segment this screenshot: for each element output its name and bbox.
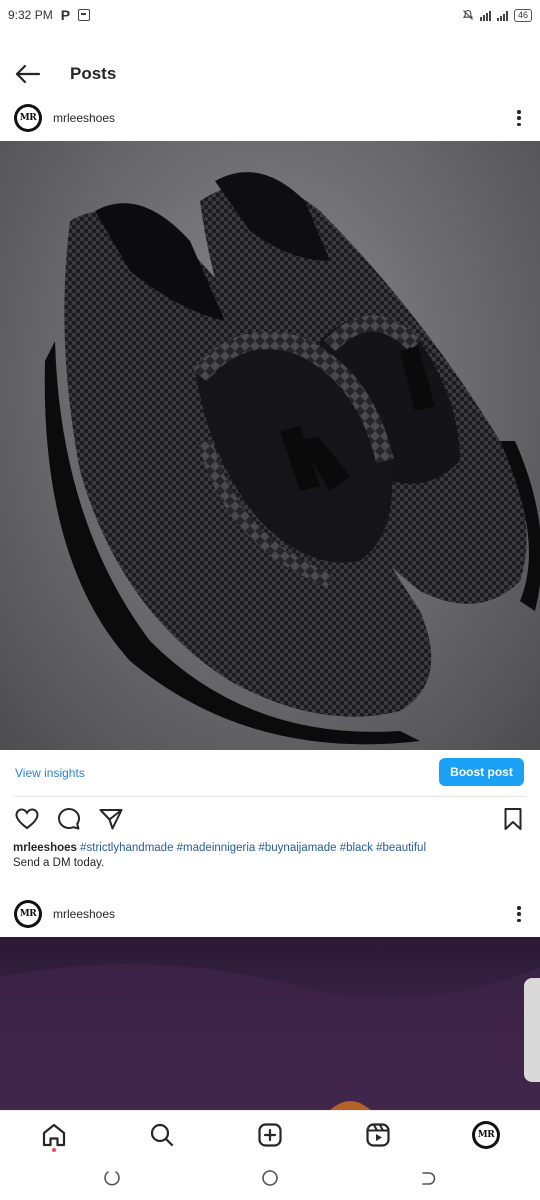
notification-dot (52, 1148, 56, 1152)
avatar[interactable]: MR (14, 104, 42, 132)
back-button-icon[interactable] (418, 1168, 438, 1188)
avatar[interactable]: MR (14, 900, 42, 928)
comment-icon[interactable] (56, 806, 82, 832)
caption-hashtags[interactable]: #strictlyhandmade #madeinnigeria #buynai… (80, 842, 426, 854)
profile-avatar[interactable]: MR (472, 1121, 500, 1149)
avatar-logo: MR (17, 107, 39, 129)
post-username[interactable]: mrleeshoes (53, 907, 115, 921)
battery-indicator: 46 (513, 8, 532, 22)
home-icon[interactable] (40, 1121, 68, 1149)
system-navigation (0, 1158, 540, 1200)
post-caption: mrleeshoes #strictlyhandmade #madeinnige… (13, 841, 528, 871)
avatar-logo: MR (475, 1124, 497, 1146)
divider (14, 796, 526, 797)
caption-username[interactable]: mrleeshoes (13, 842, 77, 854)
post-photo[interactable] (0, 141, 540, 750)
parking-app-icon: P (60, 7, 71, 23)
reels-icon[interactable] (364, 1121, 392, 1149)
recent-apps-icon[interactable] (102, 1168, 122, 1188)
home-button-icon[interactable] (260, 1168, 280, 1188)
post-actions (0, 806, 540, 832)
post-header: MR mrleeshoes (0, 93, 540, 143)
like-heart-icon[interactable] (14, 806, 40, 832)
page-title: Posts (70, 64, 117, 83)
more-options-icon[interactable] (514, 108, 524, 128)
boost-post-button[interactable]: Boost post (439, 758, 524, 786)
photo-2-content (0, 964, 540, 1110)
scroll-handle[interactable] (524, 978, 540, 1082)
avatar-logo: MR (17, 903, 39, 925)
post-header-2: MR mrleeshoes (0, 889, 540, 939)
caption-text: Send a DM today. (13, 857, 105, 869)
signal-icon (479, 10, 491, 21)
status-bar: 9:32 PM P 46 (0, 0, 540, 30)
status-time: 9:32 PM (8, 8, 53, 22)
create-icon[interactable] (256, 1121, 284, 1149)
share-send-icon[interactable] (98, 806, 124, 832)
more-options-icon[interactable] (514, 904, 524, 924)
mute-icon (462, 9, 474, 20)
view-insights-link[interactable]: View insights (15, 766, 85, 780)
post-photo-2[interactable] (0, 937, 540, 1110)
insights-row: View insights Boost post (0, 758, 540, 788)
signal-icon-2 (496, 10, 508, 21)
page-header: Posts (0, 52, 540, 96)
shoes-illustration (44, 172, 540, 745)
back-arrow-icon[interactable] (14, 62, 42, 86)
search-icon[interactable] (148, 1121, 176, 1149)
post-username[interactable]: mrleeshoes (53, 111, 115, 125)
bottom-navigation: MR (0, 1110, 540, 1156)
notification-app-icon (78, 9, 91, 21)
save-bookmark-icon[interactable] (500, 806, 526, 832)
